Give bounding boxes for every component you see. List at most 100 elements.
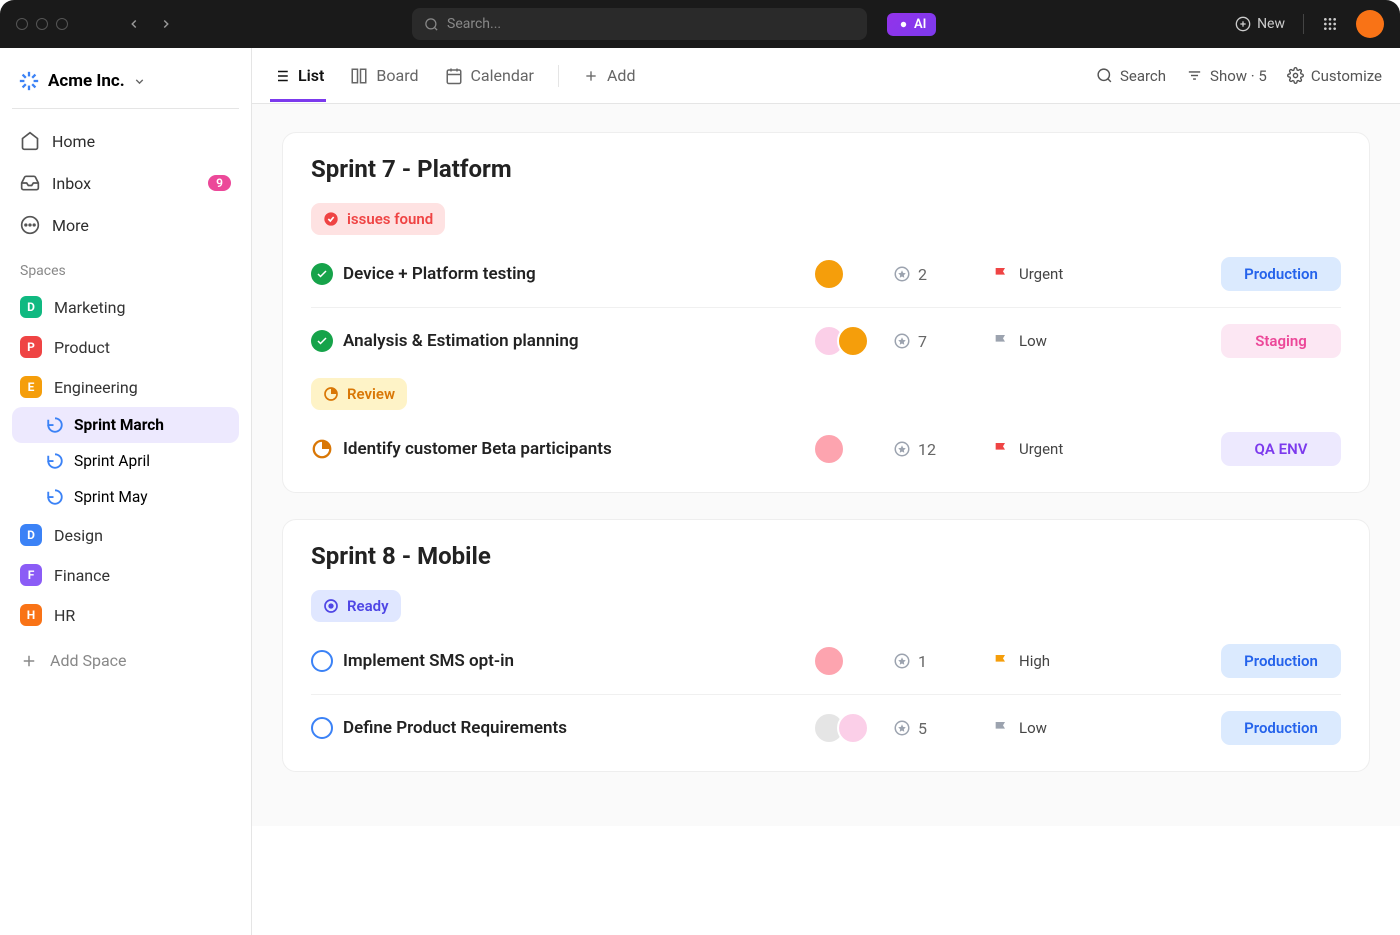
assignee-avatar[interactable] <box>813 433 845 465</box>
tab-calendar[interactable]: Calendar <box>443 50 536 101</box>
subtask-count[interactable]: 1 <box>893 652 983 671</box>
ai-label: AI <box>914 17 926 32</box>
space-color-icon: E <box>20 376 42 398</box>
customize-button[interactable]: Customize <box>1287 67 1382 85</box>
more-icon <box>20 215 40 235</box>
space-item-hr[interactable]: H HR <box>12 595 239 635</box>
assignee-avatar[interactable] <box>837 325 869 357</box>
status-review-icon[interactable] <box>311 438 333 460</box>
space-item-product[interactable]: PProduct <box>12 327 239 367</box>
status-group-pill[interactable]: Review <box>311 378 407 410</box>
search-placeholder: Search... <box>447 16 501 32</box>
user-avatar[interactable] <box>1356 10 1384 38</box>
filter-icon <box>1186 67 1203 84</box>
environment-tag[interactable]: QA ENV <box>1221 432 1341 466</box>
add-space-button[interactable]: Add Space <box>12 637 239 684</box>
priority-cell[interactable]: Low <box>993 719 1103 737</box>
inbox-badge: 9 <box>208 175 231 191</box>
status-done-icon[interactable] <box>311 330 333 352</box>
calendar-icon <box>445 67 463 85</box>
search-view-button[interactable]: Search <box>1096 67 1166 85</box>
assignee-avatar[interactable] <box>813 258 845 290</box>
task-row[interactable]: Device + Platform testing 2 Urgent Produ… <box>311 241 1341 308</box>
subtask-count[interactable]: 12 <box>893 440 983 459</box>
subtask-count[interactable]: 7 <box>893 332 983 351</box>
sprint-title: Sprint 7 - Platform <box>311 155 1341 183</box>
status-ready-icon[interactable] <box>311 650 333 672</box>
task-row[interactable]: Identify customer Beta participants 12 U… <box>311 416 1341 482</box>
priority-cell[interactable]: High <box>993 652 1103 670</box>
sidebar-label: Inbox <box>52 174 91 193</box>
task-row[interactable]: Analysis & Estimation planning 7 Low Sta… <box>311 308 1341 374</box>
status-done-icon[interactable] <box>311 263 333 285</box>
maximize-window-icon[interactable] <box>56 18 68 30</box>
space-label: Product <box>54 338 110 357</box>
new-label: New <box>1257 16 1285 32</box>
gear-icon <box>1287 67 1304 84</box>
subtask-count[interactable]: 2 <box>893 265 983 284</box>
nav-back-button[interactable] <box>120 10 148 38</box>
priority-cell[interactable]: Urgent <box>993 265 1103 283</box>
plus-circle-icon <box>1235 16 1251 32</box>
environment-tag[interactable]: Staging <box>1221 324 1341 358</box>
space-color-icon: H <box>20 604 42 626</box>
sprint-icon <box>46 488 64 506</box>
space-item-marketing[interactable]: DMarketing <box>12 287 239 327</box>
new-button[interactable]: New <box>1235 16 1285 32</box>
sidebar-item-inbox[interactable]: Inbox 9 <box>12 163 239 203</box>
space-item-finance[interactable]: FFinance <box>12 555 239 595</box>
environment-tag[interactable]: Production <box>1221 257 1341 291</box>
task-row[interactable]: Implement SMS opt-in 1 High Production <box>311 628 1341 695</box>
environment-tag[interactable]: Production <box>1221 644 1341 678</box>
subtask-icon <box>893 332 911 350</box>
search-icon <box>1096 67 1113 84</box>
space-item-engineering[interactable]: E Engineering <box>12 367 239 407</box>
sidebar-item-more[interactable]: More <box>12 205 239 245</box>
show-filter-button[interactable]: Show · 5 <box>1186 67 1267 85</box>
space-item-design[interactable]: DDesign <box>12 515 239 555</box>
main-content: List Board Calendar Add Search <box>252 48 1400 935</box>
status-group-pill[interactable]: Ready <box>311 590 401 622</box>
task-row[interactable]: Define Product Requirements 5 Low Produc… <box>311 695 1341 761</box>
home-icon <box>20 131 40 151</box>
ai-button[interactable]: AI <box>887 13 936 36</box>
space-label: Engineering <box>54 378 138 397</box>
flag-icon <box>993 441 1009 457</box>
assignee-avatar[interactable] <box>813 645 845 677</box>
flag-icon <box>993 720 1009 736</box>
apps-grid-icon[interactable] <box>1322 16 1338 32</box>
space-label: HR <box>54 606 75 625</box>
assignee-group <box>813 712 869 744</box>
workspace-logo-icon <box>18 70 40 92</box>
view-tabs: List Board Calendar Add Search <box>252 48 1400 104</box>
status-ready-icon[interactable] <box>311 717 333 739</box>
assignee-group <box>813 433 845 465</box>
status-group-pill[interactable]: issues found <box>311 203 445 235</box>
sprint-item-sprint-april[interactable]: Sprint April <box>12 443 239 479</box>
add-space-label: Add Space <box>50 651 127 670</box>
tab-list[interactable]: List <box>270 50 326 101</box>
workspace-switcher[interactable]: Acme Inc. <box>12 62 239 109</box>
sidebar-item-home[interactable]: Home <box>12 121 239 161</box>
subtask-icon <box>893 440 911 458</box>
subtask-count[interactable]: 5 <box>893 719 983 738</box>
close-window-icon[interactable] <box>16 18 28 30</box>
status-label: Review <box>347 385 395 403</box>
space-color-icon: F <box>20 564 42 586</box>
sprint-item-sprint-may[interactable]: Sprint May <box>12 479 239 515</box>
tab-board[interactable]: Board <box>348 50 420 101</box>
global-search-input[interactable]: Search... <box>412 8 867 40</box>
minimize-window-icon[interactable] <box>36 18 48 30</box>
sprint-item-sprint-march[interactable]: Sprint March <box>12 407 239 443</box>
priority-cell[interactable]: Low <box>993 332 1103 350</box>
button-label: Show · 5 <box>1210 67 1267 85</box>
environment-tag[interactable]: Production <box>1221 711 1341 745</box>
assignee-avatar[interactable] <box>837 712 869 744</box>
task-name: Identify customer Beta participants <box>343 439 803 459</box>
task-name: Implement SMS opt-in <box>343 651 803 671</box>
nav-forward-button[interactable] <box>152 10 180 38</box>
search-icon <box>424 17 439 32</box>
assignee-group <box>813 258 845 290</box>
tab-add-view[interactable]: Add <box>581 50 637 101</box>
priority-cell[interactable]: Urgent <box>993 440 1103 458</box>
